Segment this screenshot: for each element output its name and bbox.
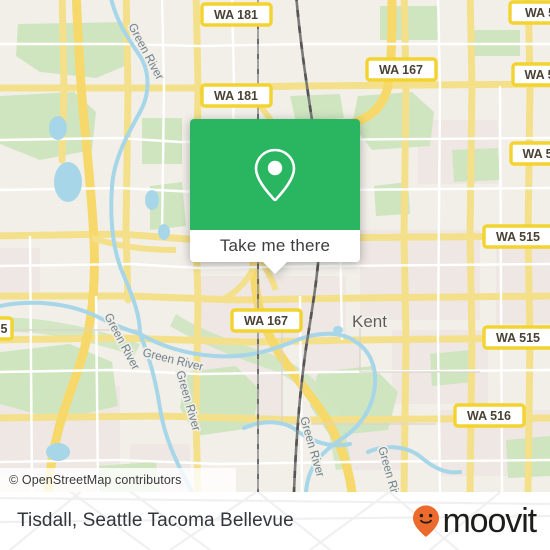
footer-bar: Tisdall, Seattle Tacoma Bellevue moovit: [0, 492, 550, 550]
highway-shield-left-clipped: 5: [0, 316, 14, 341]
svg-text:WA 181: WA 181: [214, 8, 258, 22]
highway-shield-wa-51: WA 51: [509, 141, 550, 166]
svg-text:WA 52: WA 52: [524, 68, 550, 82]
svg-text:WA 167: WA 167: [244, 314, 288, 328]
highway-shield-wa-181: WA 181: [200, 83, 273, 108]
take-me-there-label: Take me there: [219, 236, 331, 255]
svg-text:WA 515: WA 515: [496, 230, 540, 244]
highway-shield-wa-167: WA 167: [230, 308, 303, 333]
svg-text:WA 51: WA 51: [522, 147, 550, 161]
location-callout-card[interactable]: Take me there: [190, 119, 360, 274]
svg-text:WA 181: WA 181: [214, 89, 258, 103]
city-label-kent: Kent: [352, 312, 387, 331]
map-attribution[interactable]: © OpenStreetMap contributors: [0, 468, 236, 492]
moovit-pin-icon: [413, 505, 440, 537]
moovit-logo[interactable]: moovit: [411, 492, 537, 550]
svg-text:WA 167: WA 167: [379, 63, 423, 77]
svg-text:WA 5: WA 5: [525, 6, 550, 20]
map-pin-icon: [254, 148, 296, 201]
highway-shield-wa-167: WA 167: [365, 57, 438, 82]
highway-shield-wa-52: WA 52: [511, 62, 550, 87]
attribution-text: © OpenStreetMap contributors: [9, 473, 182, 487]
highway-shield-wa-515: WA 515: [482, 325, 550, 350]
highway-shield-wa-516: WA 516: [453, 403, 526, 428]
footer-place-title: Tisdall, Seattle Tacoma Bellevue: [17, 492, 294, 550]
map-city-labels: Kent: [352, 312, 387, 331]
svg-text:5: 5: [1, 322, 8, 336]
moovit-wordmark: moovit: [442, 502, 537, 540]
highway-shield-wa-5: WA 5: [508, 0, 550, 25]
svg-text:WA 516: WA 516: [467, 409, 511, 423]
highway-shield-wa-181: WA 181: [200, 2, 273, 27]
moovit-map-screen: Kent Green River Green River Green River…: [0, 0, 550, 550]
footer-title-text: Tisdall, Seattle Tacoma Bellevue: [17, 510, 294, 531]
take-me-there-button[interactable]: Take me there: [190, 230, 360, 262]
svg-text:WA 515: WA 515: [496, 331, 540, 345]
callout-pointer: [263, 262, 287, 274]
highway-shield-wa-515: WA 515: [482, 224, 550, 249]
callout-icon-panel: [190, 119, 360, 230]
